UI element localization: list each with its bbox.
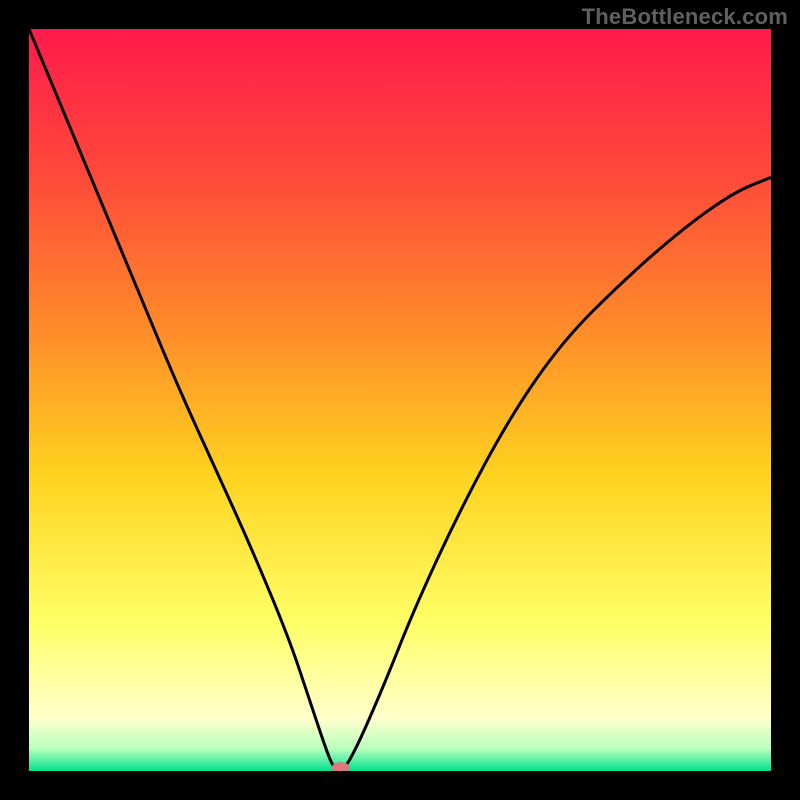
gradient-background	[29, 29, 771, 771]
chart-svg	[29, 29, 771, 771]
chart-root: TheBottleneck.com	[0, 0, 800, 800]
plot-area	[29, 29, 771, 771]
watermark-text: TheBottleneck.com	[582, 4, 788, 30]
